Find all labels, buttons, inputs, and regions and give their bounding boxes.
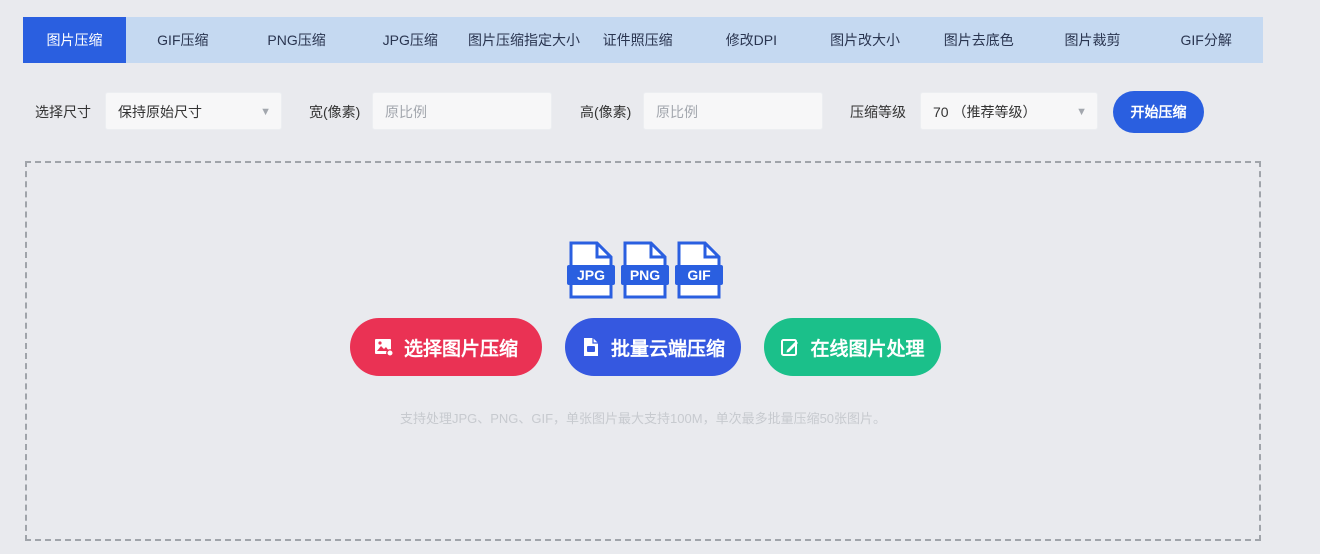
select-image-compress-button[interactable]: 选择图片压缩 <box>350 318 542 376</box>
select-image-compress-label: 选择图片压缩 <box>403 338 518 360</box>
upload-note: 支持处理JPG、PNG、GIF，单张图片最大支持100M，单次最多批量压缩50张… <box>399 411 887 426</box>
level-label: 压缩等级 <box>850 104 906 120</box>
cloud-file-icon <box>583 338 598 356</box>
batch-cloud-compress-label: 批量云端压缩 <box>610 338 725 360</box>
height-input[interactable]: 原比例 <box>643 92 823 130</box>
batch-cloud-compress-button[interactable]: 批量云端压缩 <box>565 318 741 376</box>
width-label: 宽(像素) <box>309 104 361 120</box>
upload-dropzone[interactable]: JPG PNG GIF 选择图片压缩 批量云端压缩 在线图片处理 支持处理JPG… <box>25 161 1261 541</box>
png-type-label: PNG <box>630 267 660 283</box>
tab-jpg-compress[interactable]: JPG压缩 <box>353 17 467 63</box>
tab-png-compress[interactable]: PNG压缩 <box>240 17 354 63</box>
tab-gif-compress[interactable]: GIF压缩 <box>126 17 240 63</box>
jpg-file-icon: JPG <box>567 241 615 299</box>
start-compress-button[interactable]: 开始压缩 <box>1113 91 1204 133</box>
level-select[interactable]: 70 （推荐等级） ▼ <box>920 92 1098 130</box>
tab-gif-split[interactable]: GIF分解 <box>1149 17 1263 63</box>
tab-modify-dpi[interactable]: 修改DPI <box>695 17 809 63</box>
tab-bar: 图片压缩 GIF压缩 PNG压缩 JPG压缩 图片压缩指定大小 证件照压缩 修改… <box>23 17 1263 63</box>
tab-image-compress[interactable]: 图片压缩 <box>23 17 126 63</box>
height-label: 高(像素) <box>580 104 632 120</box>
compression-controls: 选择尺寸 保持原始尺寸 ▼ 宽(像素) 原比例 高(像素) 原比例 压缩等级 7… <box>23 91 1263 133</box>
tab-compress-to-size[interactable]: 图片压缩指定大小 <box>467 17 581 63</box>
size-select-value: 保持原始尺寸 <box>118 104 202 120</box>
upload-actions: 选择图片压缩 批量云端压缩 在线图片处理 <box>350 318 941 376</box>
tab-crop-image[interactable]: 图片裁剪 <box>1036 17 1150 63</box>
width-input[interactable]: 原比例 <box>372 92 552 130</box>
tab-resize-image[interactable]: 图片改大小 <box>808 17 922 63</box>
level-select-value: 70 （推荐等级） <box>933 104 1037 120</box>
file-type-icons: JPG PNG GIF <box>567 241 723 299</box>
tab-remove-background[interactable]: 图片去底色 <box>922 17 1036 63</box>
online-image-edit-label: 在线图片处理 <box>810 338 925 360</box>
gif-file-icon: GIF <box>675 241 723 299</box>
tab-id-photo-compress[interactable]: 证件照压缩 <box>581 17 695 63</box>
chevron-down-icon: ▼ <box>1076 106 1087 118</box>
chevron-down-icon: ▼ <box>260 106 271 118</box>
size-select[interactable]: 保持原始尺寸 ▼ <box>105 92 282 130</box>
online-image-edit-button[interactable]: 在线图片处理 <box>764 318 941 376</box>
png-file-icon: PNG <box>621 241 669 299</box>
gif-type-label: GIF <box>687 267 711 283</box>
size-label: 选择尺寸 <box>35 104 91 120</box>
edit-icon <box>781 339 799 356</box>
jpg-type-label: JPG <box>577 267 605 283</box>
image-icon <box>374 339 394 357</box>
